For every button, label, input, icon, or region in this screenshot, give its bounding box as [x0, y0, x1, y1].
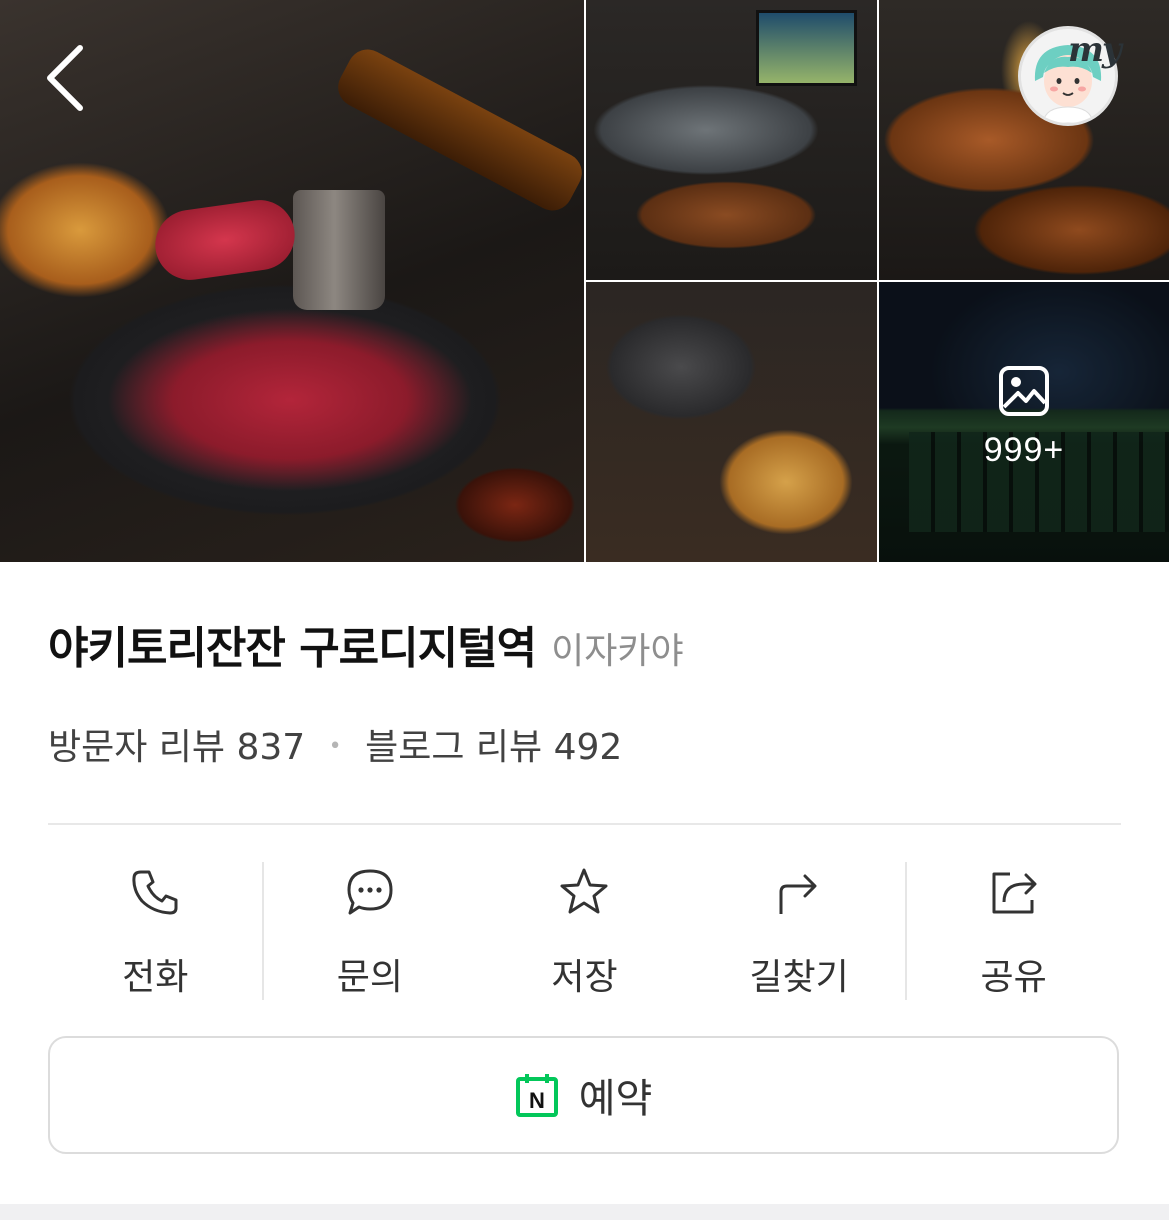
reserve-label: 예약 [578, 1076, 653, 1122]
yakitori-sign-image [756, 10, 857, 86]
share-button[interactable]: 공유 [906, 862, 1121, 1000]
directions-arrow-icon [779, 874, 817, 914]
place-name: 야키토리잔잔 구로디지털역 [48, 623, 537, 674]
back-button[interactable] [38, 40, 98, 112]
share-label: 공유 [980, 957, 1047, 998]
naver-calendar-icon: N [515, 1074, 558, 1117]
call-label: 전화 [122, 957, 189, 998]
photo-thumbnail-4[interactable] [586, 282, 877, 562]
image-icon [999, 365, 1049, 416]
directions-button[interactable]: 길찾기 [692, 862, 907, 1000]
place-category: 이자카야 [551, 631, 684, 672]
photo-gallery: 999+ my [0, 0, 1169, 562]
review-summary: 방문자 리뷰 837 • 블로그 리뷰 492 [48, 718, 622, 770]
chat-bubble-icon [347, 869, 393, 915]
blog-review-link[interactable]: 블로그 리뷰 492 [365, 727, 622, 768]
star-icon [560, 868, 608, 914]
share-icon [992, 872, 1037, 914]
review-separator: • [328, 734, 342, 759]
save-button[interactable]: 저장 [477, 862, 692, 1000]
inquiry-label: 문의 [336, 957, 404, 998]
more-photos-overlay[interactable]: 999+ [879, 282, 1169, 562]
photo-thumbnail-2[interactable] [586, 0, 877, 280]
sake-cup-image [293, 190, 385, 310]
section-gap [0, 1204, 1169, 1220]
action-separator [905, 862, 907, 1000]
action-separator [262, 862, 264, 1000]
my-profile-button[interactable]: my [1014, 24, 1122, 130]
save-label: 저장 [551, 957, 618, 998]
phone-icon [132, 870, 178, 915]
naver-n-letter: N [529, 1088, 545, 1113]
visitor-review-link[interactable]: 방문자 리뷰 837 [48, 727, 305, 768]
beef-tataki-image [150, 195, 300, 285]
title-row: 야키토리잔잔 구로디지털역 이자카야 [48, 612, 684, 676]
divider [48, 823, 1121, 825]
chevron-left-icon [47, 45, 83, 111]
directions-label: 길찾기 [749, 957, 849, 998]
inquiry-button[interactable]: 문의 [263, 862, 478, 1000]
call-button[interactable]: 전화 [48, 862, 263, 1000]
action-bar: 전화 문의 저장 길찾기 공유 [48, 862, 1121, 1000]
photo-count: 999+ [983, 430, 1065, 469]
my-label: my [1068, 30, 1122, 70]
reserve-button[interactable]: N 예약 [48, 1036, 1119, 1154]
